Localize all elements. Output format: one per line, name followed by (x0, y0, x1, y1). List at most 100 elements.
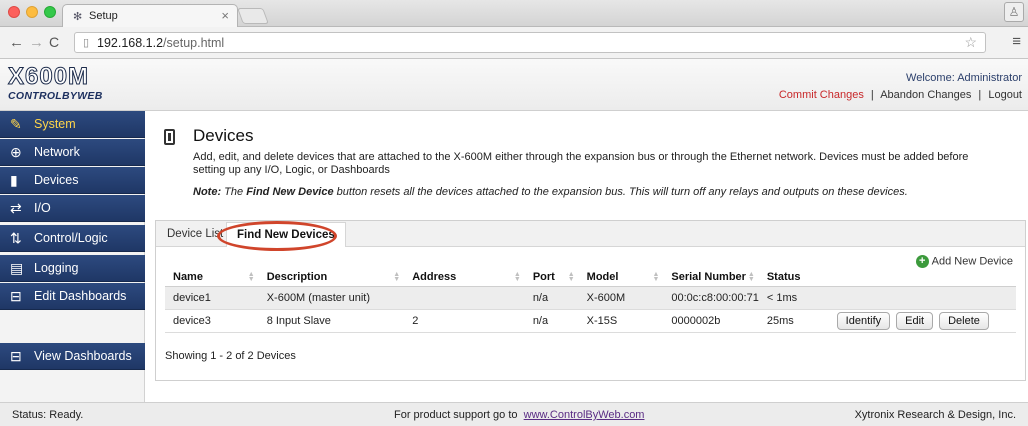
status-bar: Status: Ready. For product support go to… (0, 402, 1028, 426)
sidebar-item-edit-dashboards[interactable]: ⊟ Edit Dashboards (0, 283, 145, 310)
abandon-changes-link[interactable]: Abandon Changes (880, 89, 971, 101)
cell-name: device3 (165, 309, 259, 333)
main-content: Devices Add, edit, and delete devices th… (145, 111, 1028, 402)
column-header-port[interactable]: Port ▲ ▼ (524, 268, 579, 287)
log-icon: ▤ (10, 260, 24, 276)
tab-close-icon[interactable]: × (221, 8, 229, 23)
add-new-device-button[interactable]: + Add New Device (915, 255, 1013, 268)
column-label: Port (532, 270, 555, 283)
sidebar-item-label: Edit Dashboards (34, 289, 127, 303)
sidebar-item-io[interactable]: ⇄ I/O (0, 195, 145, 222)
logic-icon: ⇅ (10, 230, 22, 246)
add-new-label: Add New Device (931, 255, 1013, 268)
sidebar-item-label: Control/Logic (34, 231, 108, 245)
sidebar-item-label: View Dashboards (34, 349, 132, 363)
window-minimize-button[interactable] (26, 6, 38, 18)
sidebar-item-view-dashboards[interactable]: ⊟ View Dashboards (0, 343, 145, 370)
io-arrows-icon: ⇄ (10, 200, 22, 216)
url-input[interactable]: ▯ 192.168.1.2/setup.html ☆ (74, 32, 986, 53)
identify-button[interactable]: Identify (836, 311, 891, 330)
devices-table: Name ▲ ▼ Description ▲ ▼ Address ▲ ▼ Port ▲ ▼ Mo… (165, 268, 1016, 333)
page-title: Devices (193, 126, 254, 145)
sidebar-item-label: Logging (34, 261, 79, 275)
cell-model: X-15S (578, 309, 664, 333)
sidebar-item-label: System (34, 117, 76, 131)
device-icon (164, 129, 175, 145)
cell-name: device1 (165, 286, 259, 310)
note-text-post: button resets all the devices attached t… (333, 186, 908, 198)
logo-sub: CONTROLBYWEB (8, 90, 103, 102)
warning-note: Note: The Find New Device button resets … (193, 186, 908, 198)
sidebar-item-system[interactable]: ✎ System (0, 111, 145, 138)
column-label: Status (766, 270, 801, 283)
dashboard-edit-icon: ⊟ (10, 288, 22, 304)
window-zoom-button[interactable] (44, 6, 56, 18)
support-link[interactable]: www.ControlByWeb.com (524, 409, 645, 421)
column-header-description[interactable]: Description ▲ ▼ (258, 268, 405, 287)
logo-main: X600M (8, 63, 90, 90)
column-header-status[interactable]: Status (758, 268, 829, 287)
column-header-serial[interactable]: Serial Number ▲ ▼ (663, 268, 759, 287)
sidebar-item-network[interactable]: ⊕ Network (0, 139, 145, 166)
edit-button[interactable]: Edit (896, 311, 934, 330)
commit-changes-link[interactable]: Commit Changes (779, 89, 864, 101)
cell-description: X-600M (master unit) (258, 286, 405, 310)
browser-tab-bar: ✻ Setup × ♙ (0, 0, 1028, 27)
sort-icon: ▲ ▼ (652, 271, 660, 283)
sidebar-item-logging[interactable]: ▤ Logging (0, 255, 145, 282)
sort-icon: ▲ ▼ (513, 271, 521, 283)
welcome-text: Welcome: Administrator (906, 72, 1022, 84)
dashboard-view-icon: ⊟ (10, 348, 22, 364)
logout-link[interactable]: Logout (988, 89, 1022, 101)
cell-description: 8 Input Slave (258, 309, 405, 333)
browser-tab[interactable]: ✻ Setup × (62, 4, 238, 27)
delete-button[interactable]: Delete (939, 311, 989, 330)
sidebar-item-devices[interactable]: ▮ Devices (0, 167, 145, 194)
logo: X600M CONTROLBYWEB (8, 63, 103, 102)
column-header-model[interactable]: Model ▲ ▼ (578, 268, 664, 287)
reload-icon[interactable]: C (49, 34, 59, 50)
column-label: Description (266, 270, 328, 283)
header-links: Commit Changes | Abandon Changes | Logou… (779, 89, 1022, 101)
address-bar-row: ← → C ▯ 192.168.1.2/setup.html ☆ ≡ (0, 27, 1028, 59)
note-text-pre: The (221, 186, 247, 198)
panel-tabs: Device List Find New Devices (156, 221, 1025, 251)
forward-arrow-icon[interactable]: → (29, 34, 44, 51)
status-text: Status: Ready. (12, 409, 84, 421)
tab-device-list[interactable]: Device List (167, 228, 223, 240)
devices-panel: Device List Find New Devices + Add New De… (155, 220, 1026, 381)
profile-icon[interactable]: ♙ (1004, 2, 1024, 22)
browser-menu-icon[interactable]: ≡ (1012, 33, 1021, 50)
window-close-button[interactable] (8, 6, 20, 18)
note-label: Note: (193, 186, 222, 198)
table-row[interactable]: device1 X-600M (master unit) n/a X-600M … (165, 286, 1016, 310)
table-header-row: Name ▲ ▼ Description ▲ ▼ Address ▲ ▼ Port ▲ ▼ Mo… (165, 268, 1016, 287)
sidebar-item-label: Network (34, 145, 80, 159)
bookmark-star-icon[interactable]: ☆ (964, 34, 977, 51)
company-name: Xytronix Research & Design, Inc. (854, 409, 1016, 421)
column-header-actions (828, 268, 1016, 287)
support-label: For product support go to (394, 409, 518, 421)
tab-find-new-devices[interactable]: Find New Devices (226, 222, 346, 247)
cell-status: 25ms (758, 309, 829, 333)
cell-actions: Identify Edit Delete (828, 309, 1016, 333)
sidebar-item-label: I/O (34, 201, 51, 215)
pagination-info: Showing 1 - 2 of 2 Devices (165, 350, 296, 362)
column-label: Name (173, 270, 203, 283)
column-header-address[interactable]: Address ▲ ▼ (404, 268, 525, 287)
sort-icon: ▲ ▼ (567, 271, 575, 283)
back-arrow-icon[interactable]: ← (9, 34, 24, 51)
new-tab-button[interactable] (237, 8, 269, 24)
column-header-name[interactable]: Name ▲ ▼ (165, 268, 259, 287)
cell-address: 2 (404, 309, 525, 333)
sort-icon: ▲ ▼ (247, 271, 255, 283)
cell-status: < 1ms (758, 286, 829, 310)
sidebar: ✎ System ⊕ Network ▮ Devices ⇄ I/O ⇅ Con… (0, 111, 145, 402)
sort-icon: ▲ ▼ (393, 271, 401, 283)
url-host: 192.168.1.2 (97, 36, 164, 50)
sidebar-item-label: Devices (34, 173, 79, 187)
table-row[interactable]: device3 8 Input Slave 2 n/a X-15S 000000… (165, 309, 1016, 333)
tab-title: Setup (89, 10, 118, 22)
sidebar-item-control-logic[interactable]: ⇅ Control/Logic (0, 225, 145, 252)
note-bold: Find New Device (246, 186, 334, 198)
